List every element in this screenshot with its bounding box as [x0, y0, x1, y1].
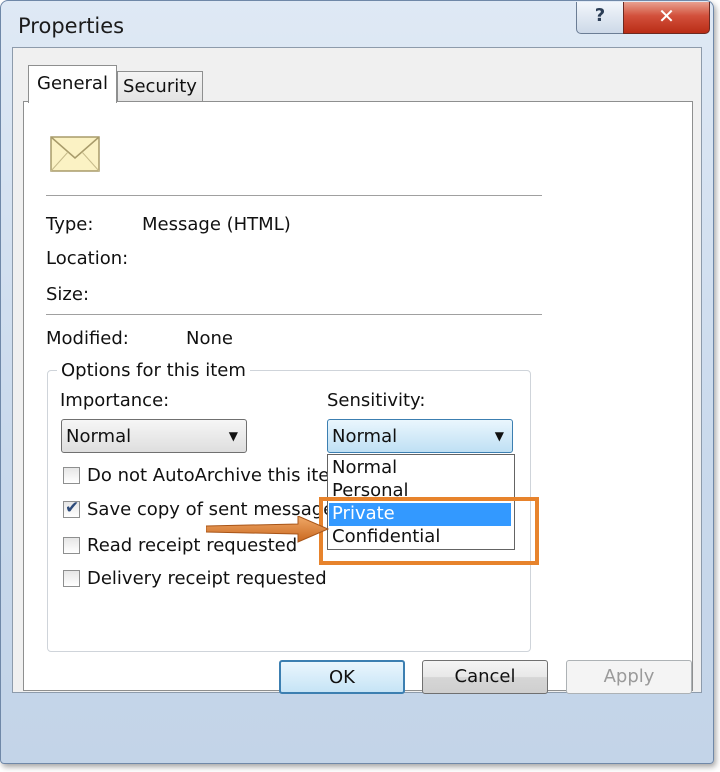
sensitivity-label: Sensitivity: — [327, 390, 426, 411]
separator — [46, 314, 542, 316]
option-normal[interactable]: Normal — [329, 457, 511, 480]
modified-label: Modified: — [46, 328, 129, 349]
highlight-box — [319, 497, 539, 565]
checkbox-row-delivery-receipt[interactable]: Delivery receipt requested — [63, 568, 327, 589]
type-value: Message (HTML) — [142, 214, 291, 235]
cancel-button[interactable]: Cancel — [422, 660, 548, 694]
tab-security[interactable]: Security — [117, 71, 203, 102]
apply-button[interactable]: Apply — [566, 660, 692, 694]
importance-label: Importance: — [60, 390, 170, 411]
delivery-receipt-label: Delivery receipt requested — [87, 568, 327, 589]
read-receipt-checkbox[interactable] — [63, 537, 80, 554]
properties-window: Properties ? ✕ General Security Type: Me… — [0, 0, 714, 764]
type-label: Type: — [46, 214, 94, 235]
size-label: Size: — [46, 284, 90, 305]
checkbox-row-autoarchive[interactable]: Do not AutoArchive this item — [63, 465, 347, 486]
location-label: Location: — [46, 248, 129, 269]
help-button[interactable]: ? — [576, 2, 624, 34]
envelope-icon — [50, 136, 100, 172]
modified-value: None — [186, 328, 233, 349]
pointer-arrow-icon — [206, 516, 330, 543]
tab-general[interactable]: General — [28, 65, 117, 103]
options-legend: Options for this item — [57, 360, 250, 381]
sensitivity-select[interactable]: Normal ▼ — [327, 419, 513, 453]
sensitivity-selected: Normal — [332, 426, 398, 447]
autoarchive-checkbox[interactable] — [63, 467, 80, 484]
chevron-down-icon: ▼ — [494, 429, 504, 443]
importance-select[interactable]: Normal ▼ — [61, 419, 247, 453]
window-title: Properties — [18, 14, 125, 38]
delivery-receipt-checkbox[interactable] — [63, 570, 80, 587]
save-copy-checkbox[interactable]: ✔ — [63, 498, 80, 518]
importance-selected: Normal — [66, 426, 132, 447]
separator — [46, 195, 542, 197]
ok-button[interactable]: OK — [279, 660, 405, 694]
checkmark-icon: ✔ — [65, 498, 80, 518]
close-button[interactable]: ✕ — [623, 2, 710, 34]
autoarchive-label: Do not AutoArchive this item — [87, 465, 347, 486]
chevron-down-icon: ▼ — [228, 429, 238, 443]
